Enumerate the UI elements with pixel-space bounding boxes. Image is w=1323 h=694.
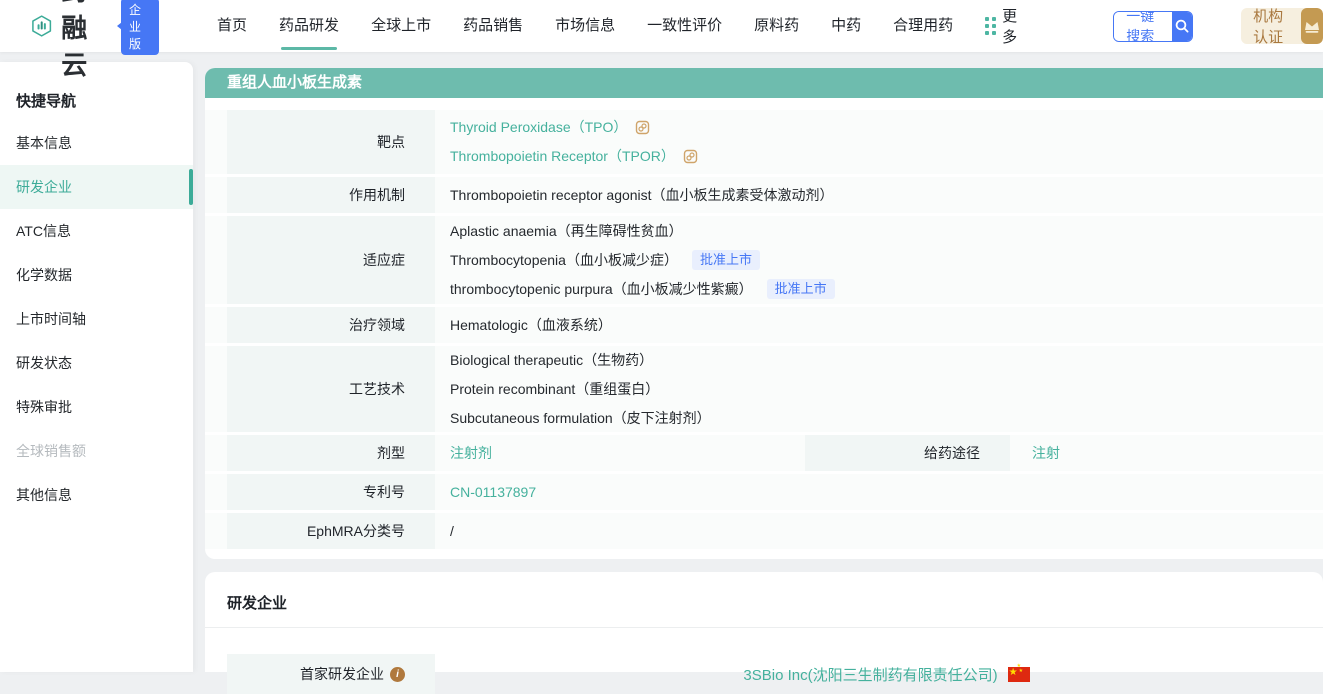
search-icon <box>1174 18 1190 34</box>
table-row-target: 靶点 Thyroid Peroxidase（TPO） Thrombopoieti… <box>205 110 1323 174</box>
drug-info-table: 靶点 Thyroid Peroxidase（TPO） Thrombopoieti… <box>205 110 1323 549</box>
sidebar-item-rd-companies[interactable]: 研发企业 <box>0 165 193 209</box>
indication-text: Aplastic anaemia（再生障碍性贫血） <box>450 217 683 246</box>
ephmra-label: EphMRA分类号 <box>227 513 435 549</box>
sidebar-item-special-approval[interactable]: 特殊审批 <box>0 385 193 429</box>
sidebar-item-global-sales: 全球销售额 <box>0 429 193 473</box>
mechanism-value: Thrombopoietin receptor agonist（血小板生成素受体… <box>450 181 1323 210</box>
technology-item: Protein recombinant（重组蛋白） <box>450 375 1323 404</box>
table-row-mechanism: 作用机制 Thrombopoietin receptor agonist（血小板… <box>205 177 1323 213</box>
table-row-therapy-area: 治疗领域 Hematologic（血液系统） <box>205 307 1323 343</box>
first-company-label-cell: 首家研发企业 i <box>227 654 435 694</box>
nav-item-tcm[interactable]: 中药 <box>831 0 861 52</box>
more-menu[interactable]: 更多 <box>985 5 1017 47</box>
drug-title-bar: 重组人血小板生成素 <box>205 68 1323 98</box>
org-certification-label: 机构认证 <box>1241 8 1301 44</box>
sidebar-item-atc-info[interactable]: ATC信息 <box>0 209 193 253</box>
nav-item-global-launch[interactable]: 全球上市 <box>371 0 431 52</box>
sidebar-item-chemical-data[interactable]: 化学数据 <box>0 253 193 297</box>
nav-item-home[interactable]: 首页 <box>217 0 247 52</box>
search-button[interactable] <box>1172 12 1192 41</box>
top-navbar: 药融云 企业版 首页 药品研发 全球上市 药品销售 市场信息 一致性评价 原料药… <box>0 0 1323 52</box>
sidebar-item-basic-info[interactable]: 基本信息 <box>0 121 193 165</box>
external-link-icon[interactable] <box>635 120 650 135</box>
sidebar-item-rd-status[interactable]: 研发状态 <box>0 341 193 385</box>
quick-search-label: 一键搜索 <box>1114 12 1171 41</box>
nav-item-api[interactable]: 原料药 <box>754 0 799 52</box>
first-company-label: 首家研发企业 <box>300 664 384 684</box>
sidebar-item-other-info[interactable]: 其他信息 <box>0 473 193 517</box>
technology-item: Biological therapeutic（生物药） <box>450 346 1323 375</box>
crown-icon <box>1301 8 1323 44</box>
nav-item-drug-rd[interactable]: 药品研发 <box>279 0 339 52</box>
patent-label: 专利号 <box>227 474 435 510</box>
main-nav: 首页 药品研发 全球上市 药品销售 市场信息 一致性评价 原料药 中药 合理用药 <box>217 0 953 52</box>
route-link[interactable]: 注射 <box>1032 443 1060 463</box>
technology-item: Subcutaneous formulation（皮下注射剂） <box>450 404 1323 433</box>
nav-item-drug-sales[interactable]: 药品销售 <box>463 0 523 52</box>
china-flag-icon: ★★★ <box>1008 667 1030 682</box>
approved-badge[interactable]: 批准上市 <box>767 279 835 299</box>
sidebar-item-launch-timeline[interactable]: 上市时间轴 <box>0 297 193 341</box>
dosage-form-link[interactable]: 注射剂 <box>450 439 492 468</box>
quick-search[interactable]: 一键搜索 <box>1113 11 1193 42</box>
external-link-icon[interactable] <box>683 149 698 164</box>
route-label: 给药途径 <box>805 435 1010 471</box>
nav-item-rational-use[interactable]: 合理用药 <box>893 0 953 52</box>
therapy-area-value: Hematologic（血液系统） <box>450 311 1323 340</box>
indication-text: thrombocytopenic purpura（血小板减少性紫癜） <box>450 275 753 304</box>
logo-text: 药融云 <box>61 0 111 82</box>
table-row-patent: 专利号 CN-01137897 <box>205 474 1323 510</box>
quick-nav-sidebar: 快捷导航 基本信息 研发企业 ATC信息 化学数据 上市时间轴 研发状态 特殊审… <box>0 62 193 672</box>
logo-hexagon-icon <box>30 7 53 45</box>
table-row-dosage-route: 剂型 注射剂 给药途径 注射 <box>205 435 1323 471</box>
rd-companies-title: 研发企业 <box>205 572 1323 628</box>
approved-badge[interactable]: 批准上市 <box>692 250 760 270</box>
info-icon[interactable]: i <box>390 667 405 682</box>
org-certification[interactable]: 机构认证 <box>1241 8 1323 44</box>
table-row-indications: 适应症 Aplastic anaemia（再生障碍性贫血） Thrombocyt… <box>205 216 1323 304</box>
rd-companies-card: 研发企业 首家研发企业 i 3SBio Inc(沈阳三生制药有限责任公司) ★★… <box>205 572 1323 672</box>
table-row-ephmra: EphMRA分类号 / <box>205 513 1323 549</box>
ephmra-value: / <box>450 517 1323 546</box>
edition-badge: 企业版 <box>121 0 159 55</box>
first-company-row: 首家研发企业 i 3SBio Inc(沈阳三生制药有限责任公司) ★★★ <box>205 654 1323 694</box>
first-company-link[interactable]: 3SBio Inc(沈阳三生制药有限责任公司) <box>743 664 997 685</box>
target-label: 靶点 <box>227 110 435 174</box>
indication-text: Thrombocytopenia（血小板减少症） <box>450 246 678 275</box>
nav-item-market-info[interactable]: 市场信息 <box>555 0 615 52</box>
therapy-area-label: 治疗领域 <box>227 307 435 343</box>
drug-detail-card: 重组人血小板生成素 靶点 Thyroid Peroxidase（TPO） <box>205 68 1323 559</box>
dots-grid-icon <box>985 17 996 35</box>
table-row-technology: 工艺技术 Biological therapeutic（生物药） Protein… <box>205 346 1323 432</box>
mechanism-label: 作用机制 <box>227 177 435 213</box>
logo[interactable]: 药融云 企业版 <box>30 0 159 82</box>
indications-label: 适应症 <box>227 216 435 304</box>
more-label: 更多 <box>1002 5 1017 47</box>
dosage-form-label: 剂型 <box>227 435 435 471</box>
target-link-tpor[interactable]: Thrombopoietin Receptor（TPOR） <box>450 142 675 171</box>
target-link-tpo[interactable]: Thyroid Peroxidase（TPO） <box>450 113 627 142</box>
patent-link[interactable]: CN-01137897 <box>450 478 536 507</box>
nav-item-consistency-eval[interactable]: 一致性评价 <box>647 0 722 52</box>
technology-label: 工艺技术 <box>227 346 435 432</box>
